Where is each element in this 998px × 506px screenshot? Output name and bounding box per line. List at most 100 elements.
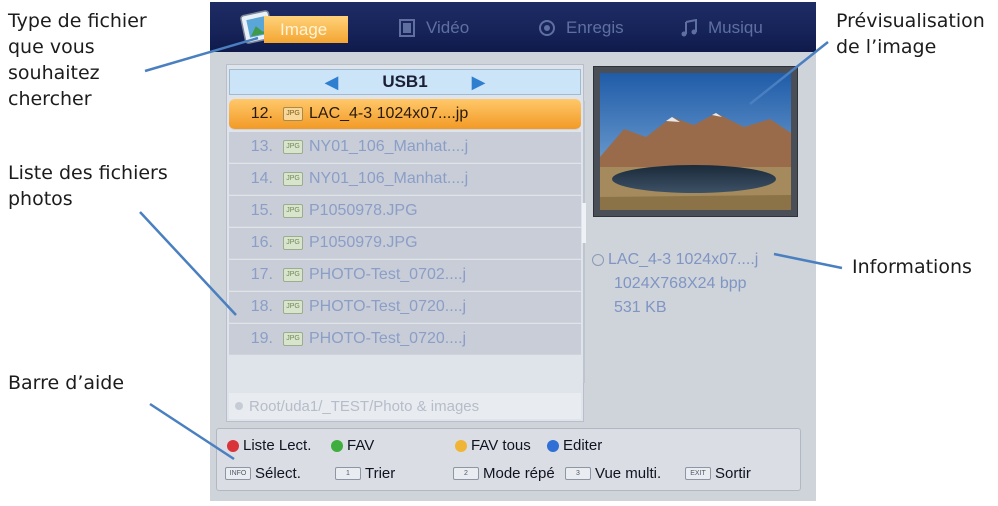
key-1-icon: 1 [335, 467, 361, 480]
file-name: P1050978.JPG [309, 202, 418, 219]
help-bar: Liste Lect. FAV FAV tous Editer INFO Sél… [216, 428, 801, 491]
info-filename-text: LAC_4-3 1024x07....j [608, 251, 759, 268]
file-number: 13. [250, 138, 273, 155]
info-filename: LAC_4-3 1024x07....j [592, 248, 812, 272]
help-green-label: FAV [347, 437, 375, 454]
help-red: Liste Lect. [227, 437, 311, 454]
annotation-informations: Informations [852, 254, 972, 280]
annotation-preview-line: de l’image [836, 36, 937, 58]
help-select-label: Sélect. [255, 465, 301, 482]
scrollbar-thumb[interactable] [582, 203, 586, 243]
help-green: FAV [331, 437, 374, 454]
help-blue: Editer [547, 437, 602, 454]
file-name: LAC_4-3 1024x07....jp [309, 105, 469, 122]
file-name: P1050979.JPG [309, 234, 418, 251]
file-row[interactable]: 16. JPG P1050979.JPG [229, 228, 581, 259]
film-icon [396, 17, 418, 39]
file-row[interactable]: 17. JPG PHOTO-Test_0702....j [229, 260, 581, 291]
annotation-help-bar-line: Barre d’aide [8, 372, 125, 394]
jpg-file-icon: JPG [283, 140, 303, 154]
help-yellow-label: FAV tous [471, 437, 531, 454]
annotation-file-type-line: que vous [8, 36, 95, 58]
annotation-file-list-line: Liste des fichiers [8, 162, 168, 184]
file-name: NY01_106_Manhat....j [309, 170, 469, 187]
left-arrow-icon[interactable]: ◀ [324, 72, 338, 93]
tab-video-label: Vidéo [426, 18, 470, 37]
music-note-icon [678, 17, 700, 39]
file-name: PHOTO-Test_0702....j [309, 266, 467, 283]
red-button-icon [227, 439, 239, 452]
key-2-icon: 2 [453, 467, 479, 480]
info-key-icon: INFO [225, 467, 251, 480]
jpg-file-icon: JPG [283, 236, 303, 250]
file-row[interactable]: 15. JPG P1050978.JPG [229, 196, 581, 227]
file-row[interactable]: 13. JPG NY01_106_Manhat....j [229, 132, 581, 163]
current-path-text: Root/uda1/_TEST/Photo & images [249, 397, 480, 415]
info-resolution: 1024X768X24 bpp [614, 275, 747, 292]
file-number: 14. [250, 170, 273, 187]
media-type-tabs: Image Vidéo Enregis Musiqu [210, 2, 816, 52]
green-button-icon [331, 439, 343, 452]
jpg-file-icon: JPG [283, 107, 303, 121]
right-arrow-icon[interactable]: ▶ [472, 72, 486, 93]
annotation-informations-line: Informations [852, 256, 972, 278]
annotation-file-type-line: souhaitez [8, 62, 100, 84]
file-name: NY01_106_Manhat....j [309, 138, 469, 155]
file-number: 15. [250, 202, 273, 219]
tab-music[interactable]: Musiqu [678, 14, 763, 42]
help-sort-label: Trier [365, 465, 396, 482]
help-multi: 3 Vue multi. [565, 465, 661, 482]
file-name: PHOTO-Test_0720....j [309, 298, 467, 315]
key-3-icon: 3 [565, 467, 591, 480]
annotation-file-list-line: photos [8, 188, 73, 210]
annotation-file-type-line: chercher [8, 88, 92, 110]
help-repeat-label: Mode répé [483, 465, 555, 482]
jpg-file-icon: JPG [283, 268, 303, 282]
file-row[interactable]: 12. JPG LAC_4-3 1024x07....jp [229, 99, 581, 130]
help-blue-label: Editer [563, 437, 603, 454]
file-info: LAC_4-3 1024x07....j 1024X768X24 bpp 531… [592, 248, 812, 320]
file-list-panel: ◀ USB1 ▶ 12. JPG LAC_4-3 1024x07....jp 1… [226, 64, 586, 422]
annotation-file-type: Type de fichier que vous souhaitez cherc… [8, 8, 147, 112]
file-number: 18. [250, 298, 273, 315]
tab-video[interactable]: Vidéo [396, 14, 469, 42]
file-row[interactable]: 19. JPG PHOTO-Test_0720....j [229, 324, 581, 355]
tab-image[interactable]: Image [264, 16, 348, 43]
help-sort: 1 Trier [335, 465, 395, 482]
exit-key-icon: EXIT [685, 467, 711, 480]
jpg-file-icon: JPG [283, 204, 303, 218]
tab-record[interactable]: Enregis [536, 14, 624, 42]
device-selector[interactable]: ◀ USB1 ▶ [229, 69, 581, 95]
file-number: 12. [250, 105, 273, 122]
file-row[interactable]: 18. JPG PHOTO-Test_0720....j [229, 292, 581, 323]
help-repeat: 2 Mode répé [453, 465, 555, 482]
folder-icon [235, 402, 243, 410]
jpg-file-icon: JPG [283, 332, 303, 346]
file-row[interactable]: 14. JPG NY01_106_Manhat....j [229, 164, 581, 195]
annotation-preview-line: Prévisualisation [836, 10, 985, 32]
image-preview [593, 66, 798, 217]
annotation-help-bar: Barre d’aide [8, 370, 124, 396]
device-name: USB1 [382, 72, 428, 91]
landscape-preview-image [600, 73, 791, 210]
yellow-button-icon [455, 439, 467, 452]
media-browser-screen: Image Vidéo Enregis Musiqu ◀ USB1 ▶ 12. … [210, 2, 816, 501]
tab-music-label: Musiqu [708, 18, 763, 37]
file-name: PHOTO-Test_0720....j [309, 330, 467, 347]
blue-button-icon [547, 439, 559, 452]
current-path: Root/uda1/_TEST/Photo & images [229, 393, 581, 419]
help-yellow: FAV tous [455, 437, 531, 454]
file-number: 16. [250, 234, 273, 251]
annotation-preview: Prévisualisation de l’image [836, 8, 985, 60]
record-icon [536, 17, 558, 39]
annotation-file-type-line: Type de fichier [8, 10, 147, 32]
info-size: 531 KB [614, 299, 667, 316]
annotation-file-list: Liste des fichiers photos [8, 160, 168, 212]
help-exit: EXIT Sortir [685, 465, 751, 482]
tab-record-label: Enregis [566, 18, 624, 37]
file-number: 17. [250, 266, 273, 283]
file-info-icon [592, 254, 604, 266]
tab-image-label: Image [280, 20, 328, 39]
jpg-file-icon: JPG [283, 172, 303, 186]
help-select: INFO Sélect. [225, 465, 301, 482]
